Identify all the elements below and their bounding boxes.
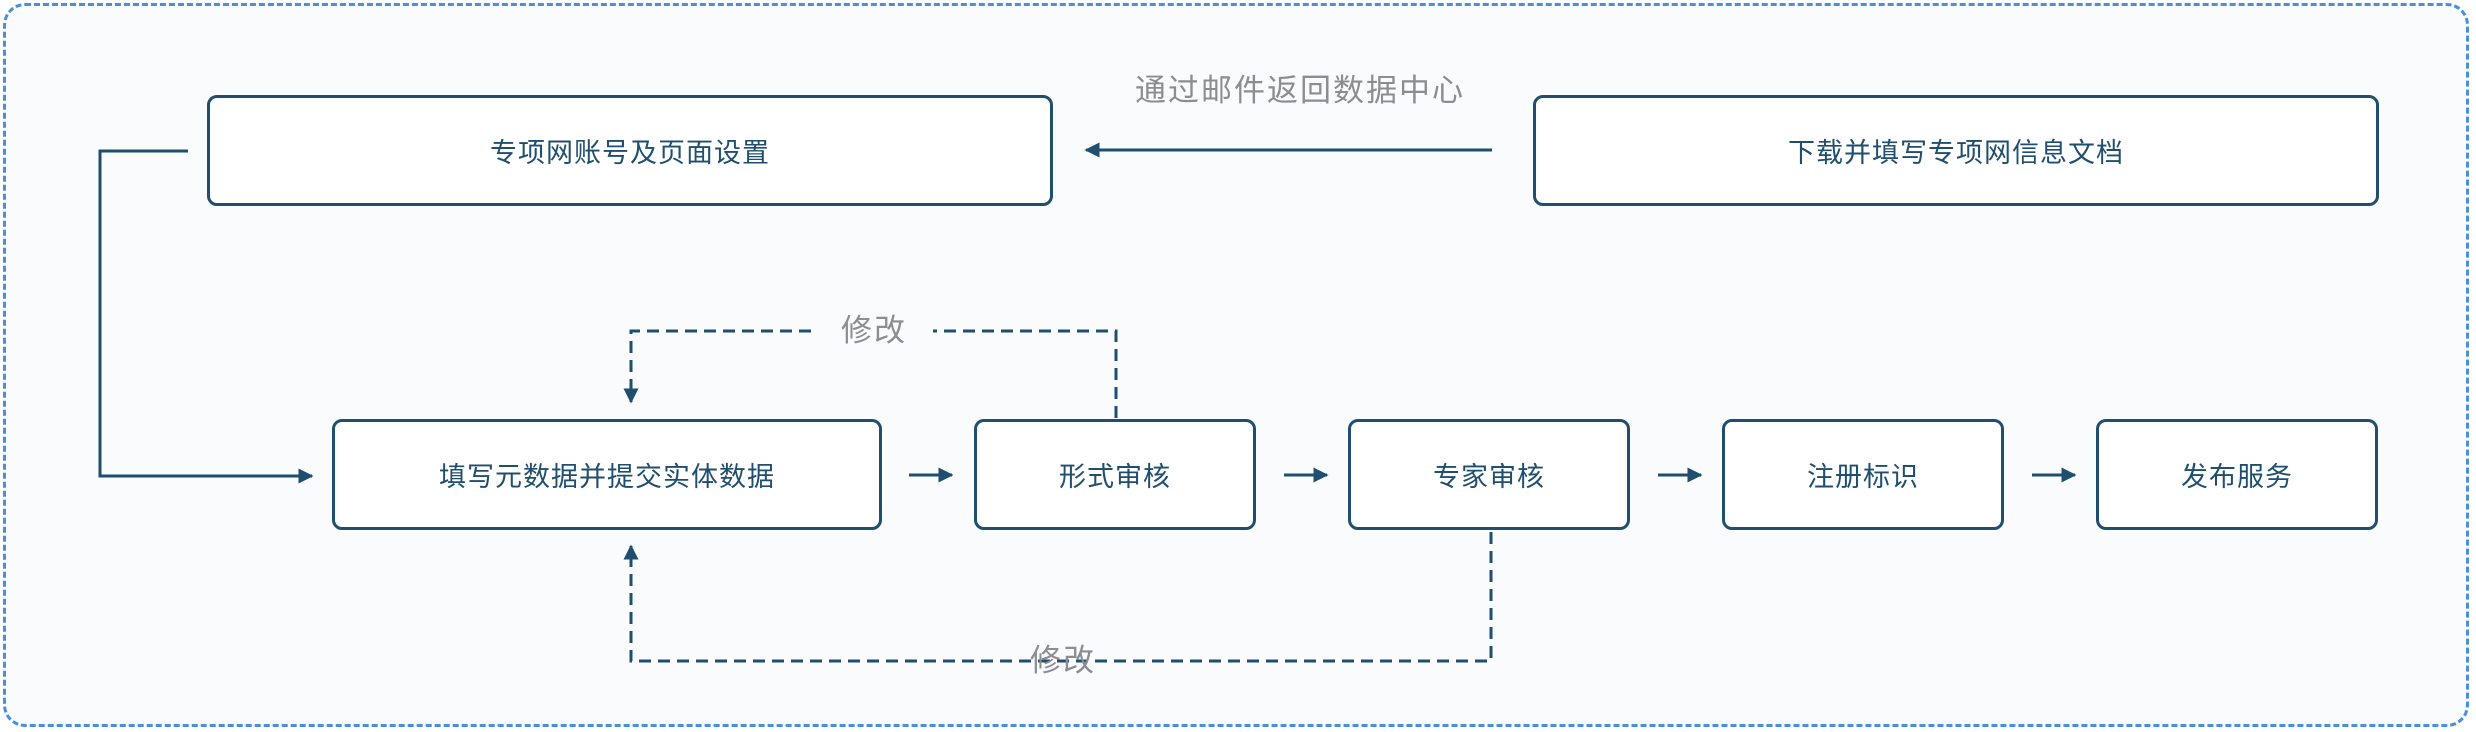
node-publish-service: 发布服务: [2096, 419, 2378, 530]
node-register-id-label: 注册标识: [1807, 462, 1919, 493]
node-download-doc: 下载并填写专项网信息文档: [1533, 95, 2379, 206]
node-fill-metadata-label: 填写元数据并提交实体数据: [439, 462, 775, 493]
edge-label-email-return: 通过邮件返回数据中心: [1135, 73, 1465, 109]
feedback-top-left: [623, 329, 811, 404]
feedback-top-right: [933, 329, 1118, 418]
diagram-canvas: 专项网账号及页面设置 下载并填写专项网信息文档 填写元数据并提交实体数据 形式审…: [0, 0, 2476, 732]
node-account-setup-label: 专项网账号及页面设置: [490, 138, 770, 169]
node-download-doc-label: 下载并填写专项网信息文档: [1788, 138, 2124, 169]
node-publish-service-label: 发布服务: [2181, 462, 2293, 493]
node-fill-metadata: 填写元数据并提交实体数据: [332, 419, 882, 530]
edge-label-revise-bottom: 修改: [1030, 643, 1096, 679]
node-account-setup: 专项网账号及页面设置: [207, 95, 1053, 206]
node-register-id: 注册标识: [1722, 419, 2004, 530]
edge-label-revise-top: 修改: [841, 313, 907, 349]
node-format-review: 形式审核: [974, 419, 1256, 530]
node-expert-review: 专家审核: [1348, 419, 1630, 530]
feedback-bottom: [623, 532, 1493, 663]
node-format-review-label: 形式审核: [1059, 462, 1171, 493]
node-expert-review-label: 专家审核: [1433, 462, 1545, 493]
